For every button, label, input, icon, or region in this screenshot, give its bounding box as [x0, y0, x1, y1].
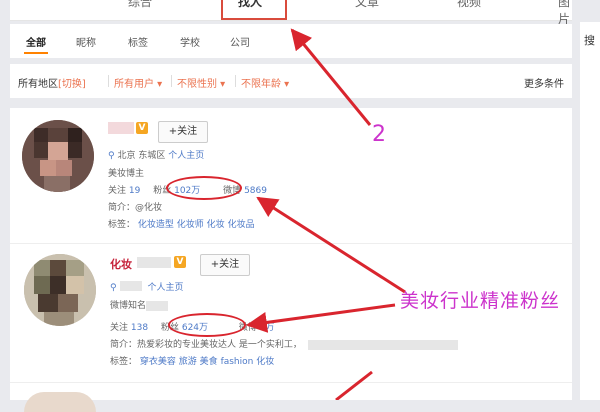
arrow-to-second-fans — [245, 303, 396, 333]
arrow-to-people-tab — [290, 28, 372, 126]
annotation-number: 2 — [372, 122, 386, 147]
arrow-to-first-fans — [256, 196, 406, 294]
annotation-caption: 美妆行业精准粉丝 — [400, 290, 561, 312]
arrow-partial — [335, 370, 373, 400]
annotation-overlay — [245, 28, 406, 400]
